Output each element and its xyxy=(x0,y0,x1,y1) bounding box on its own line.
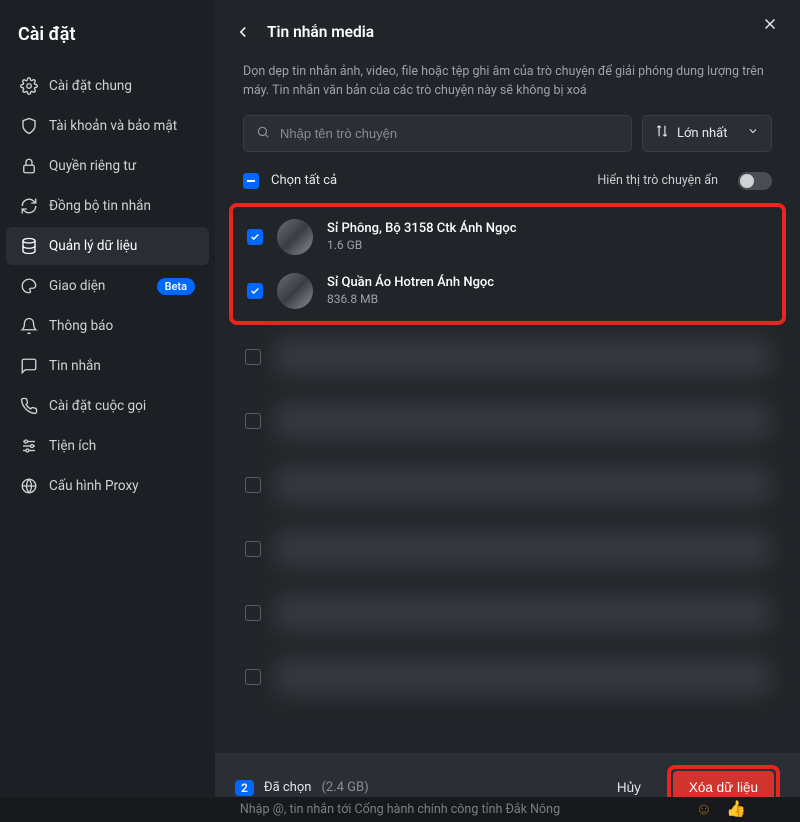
conversation-checkbox[interactable] xyxy=(247,229,263,245)
sidebar-item-label: Quyền riêng tư xyxy=(49,158,136,174)
close-button[interactable] xyxy=(756,10,784,38)
sidebar-item-label: Tài khoản và bảo mật xyxy=(49,118,177,134)
sidebar-item-label: Tiện ích xyxy=(49,438,96,454)
conversation-checkbox[interactable] xyxy=(245,541,261,557)
sidebar-item-label: Cấu hình Proxy xyxy=(49,478,139,494)
blurred-content xyxy=(275,339,770,375)
emoji-icon[interactable]: ☺ xyxy=(696,799,712,819)
phone-icon xyxy=(20,397,38,415)
search-input[interactable] xyxy=(280,126,619,141)
search-box[interactable] xyxy=(243,115,632,152)
sync-icon xyxy=(20,197,38,215)
sidebar-item-general[interactable]: Cài đặt chung xyxy=(6,67,209,105)
conversation-checkbox[interactable] xyxy=(247,283,263,299)
page-description: Dọn dẹp tin nhắn ảnh, video, file hoặc t… xyxy=(215,48,800,115)
conversation-item-blurred[interactable] xyxy=(243,325,772,389)
sidebar-item-sync[interactable]: Đồng bộ tin nhắn xyxy=(6,187,209,225)
conversation-checkbox[interactable] xyxy=(245,605,261,621)
show-hidden-label: Hiển thị trò chuyện ẩn xyxy=(597,173,718,188)
bell-icon xyxy=(20,317,38,335)
conversation-size: 836.8 MB xyxy=(327,292,768,306)
sort-arrows-icon xyxy=(655,124,669,142)
conversation-checkbox[interactable] xyxy=(245,349,261,365)
sidebar-item-utilities[interactable]: Tiện ích xyxy=(6,427,209,465)
conversation-item-blurred[interactable] xyxy=(243,389,772,453)
select-all-checkbox[interactable] xyxy=(243,173,259,189)
sidebar-item-call[interactable]: Cài đặt cuộc gọi xyxy=(6,387,209,425)
highlighted-selection: Sỉ Phông, Bộ 3158 Ctk Ánh Ngọc 1.6 GB Sỉ… xyxy=(229,203,786,325)
sidebar-item-data[interactable]: Quản lý dữ liệu xyxy=(6,227,209,265)
sidebar-item-label: Thông báo xyxy=(49,318,113,334)
message-icon xyxy=(20,357,38,375)
conversation-item-blurred[interactable] xyxy=(243,645,772,709)
sort-label: Lớn nhất xyxy=(677,126,728,141)
palette-icon xyxy=(20,277,38,295)
sidebar-item-label: Đồng bộ tin nhắn xyxy=(49,198,151,214)
select-all-label: Chọn tất cả xyxy=(271,173,337,188)
sidebar-title: Cài đặt xyxy=(0,18,215,65)
selected-label: Đã chọn xyxy=(264,780,312,795)
conversation-item-blurred[interactable] xyxy=(243,453,772,517)
lock-icon xyxy=(20,157,38,175)
avatar xyxy=(277,273,313,309)
conversation-item[interactable]: Sỉ Phông, Bộ 3158 Ctk Ánh Ngọc 1.6 GB xyxy=(245,210,770,264)
page-title: Tin nhắn media xyxy=(267,23,374,41)
selected-size: (2.4 GB) xyxy=(321,780,368,795)
blurred-content xyxy=(275,467,770,503)
sidebar-item-label: Tin nhắn xyxy=(49,358,101,374)
back-button[interactable] xyxy=(231,20,255,44)
shield-icon xyxy=(20,117,38,135)
sidebar-item-theme[interactable]: Giao diện Beta xyxy=(6,267,209,305)
blurred-content xyxy=(275,595,770,631)
sidebar-item-label: Quản lý dữ liệu xyxy=(49,238,137,254)
sidebar-item-account[interactable]: Tài khoản và bảo mật xyxy=(6,107,209,145)
sidebar-item-proxy[interactable]: Cấu hình Proxy xyxy=(6,467,209,505)
conversation-item[interactable]: Sỉ Quần Áo Hotren Ánh Ngọc 836.8 MB xyxy=(245,264,770,318)
conversation-name: Sỉ Phông, Bộ 3158 Ctk Ánh Ngọc xyxy=(327,221,768,236)
sidebar-item-label: Cài đặt chung xyxy=(49,78,132,94)
main-panel: Tin nhắn media Dọn dẹp tin nhắn ảnh, vid… xyxy=(215,0,800,822)
sidebar-item-label: Cài đặt cuộc gọi xyxy=(49,398,146,414)
conversation-size: 1.6 GB xyxy=(327,238,768,252)
show-hidden-toggle[interactable] xyxy=(738,172,772,190)
conversation-checkbox[interactable] xyxy=(245,669,261,685)
sliders-icon xyxy=(20,437,38,455)
conversation-checkbox[interactable] xyxy=(245,413,261,429)
avatar xyxy=(277,219,313,255)
globe-icon xyxy=(20,477,38,495)
sidebar-item-messages[interactable]: Tin nhắn xyxy=(6,347,209,385)
settings-sidebar: Cài đặt Cài đặt chung Tài khoản và bảo m… xyxy=(0,0,215,822)
database-icon xyxy=(20,237,38,255)
blurred-content xyxy=(275,659,770,695)
conversation-item-blurred[interactable] xyxy=(243,517,772,581)
gear-icon xyxy=(20,77,38,95)
sidebar-item-notifications[interactable]: Thông báo xyxy=(6,307,209,345)
blurred-content xyxy=(275,403,770,439)
compose-hint: Nhập @, tin nhắn tới Cổng hành chính côn… xyxy=(0,797,800,822)
blurred-content xyxy=(275,531,770,567)
selected-count-badge: 2 xyxy=(235,780,254,796)
thumbs-up-icon[interactable]: 👍 xyxy=(726,799,746,819)
beta-badge: Beta xyxy=(157,278,195,295)
search-icon xyxy=(256,124,270,143)
chevron-down-icon xyxy=(747,125,759,141)
conversation-item-blurred[interactable] xyxy=(243,581,772,645)
conversation-name: Sỉ Quần Áo Hotren Ánh Ngọc xyxy=(327,275,768,290)
sidebar-item-privacy[interactable]: Quyền riêng tư xyxy=(6,147,209,185)
sort-dropdown[interactable]: Lớn nhất xyxy=(642,115,772,152)
conversation-checkbox[interactable] xyxy=(245,477,261,493)
sidebar-item-label: Giao diện xyxy=(49,278,105,294)
